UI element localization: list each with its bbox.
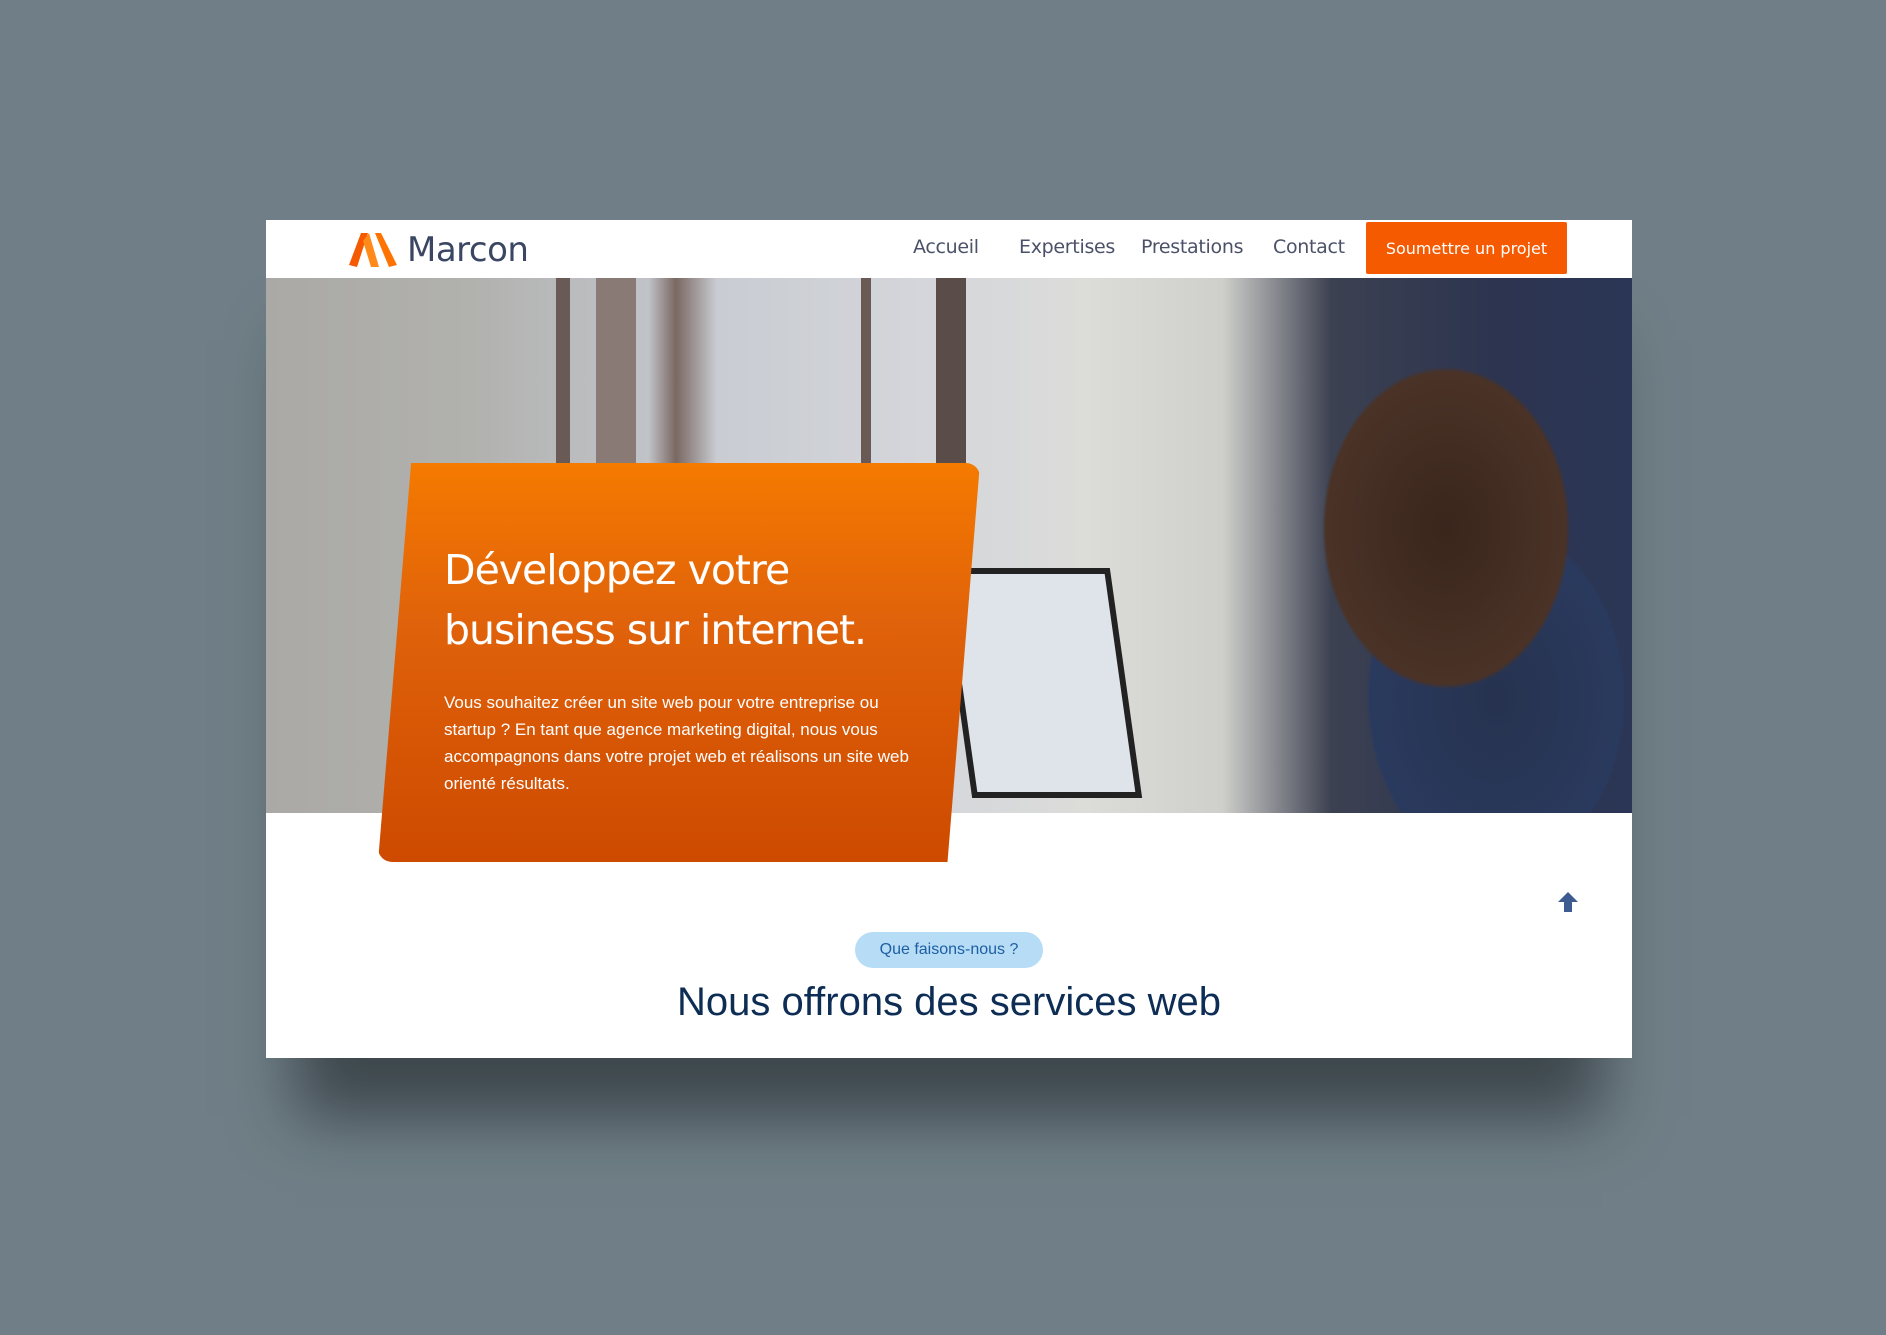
laptop bbox=[939, 568, 1143, 798]
window-bar bbox=[596, 278, 636, 478]
brand-name: Marcon bbox=[407, 230, 529, 270]
hero-title: Développez votre business sur internet. bbox=[444, 540, 944, 660]
arrow-up-icon[interactable] bbox=[1556, 890, 1580, 921]
nav-prestations[interactable]: Prestations bbox=[1141, 236, 1244, 258]
header: Marcon Accueil Expertises Prestations Co… bbox=[266, 220, 1632, 278]
hero-card bbox=[378, 463, 980, 862]
section-badge: Que faisons-nous ? bbox=[855, 932, 1043, 968]
submit-project-button[interactable]: Soumettre un projet bbox=[1366, 222, 1567, 274]
section-title: Nous offrons des services web bbox=[677, 980, 1221, 1024]
web-page: Marcon Accueil Expertises Prestations Co… bbox=[266, 220, 1632, 1058]
marcon-logo-icon bbox=[349, 233, 397, 267]
nav-contact[interactable]: Contact bbox=[1273, 236, 1345, 258]
window-bar bbox=[936, 278, 966, 478]
nav-expertises[interactable]: Expertises bbox=[1019, 236, 1115, 258]
hero-text: Vous souhaitez créer un site web pour vo… bbox=[444, 693, 909, 793]
hero-title-line: Développez votre bbox=[444, 546, 790, 594]
hero-title-line: business sur internet. bbox=[444, 606, 867, 654]
window-bar bbox=[861, 278, 871, 478]
logo[interactable]: Marcon bbox=[349, 230, 529, 270]
window-bar bbox=[556, 278, 570, 478]
nav-accueil[interactable]: Accueil bbox=[913, 236, 979, 258]
